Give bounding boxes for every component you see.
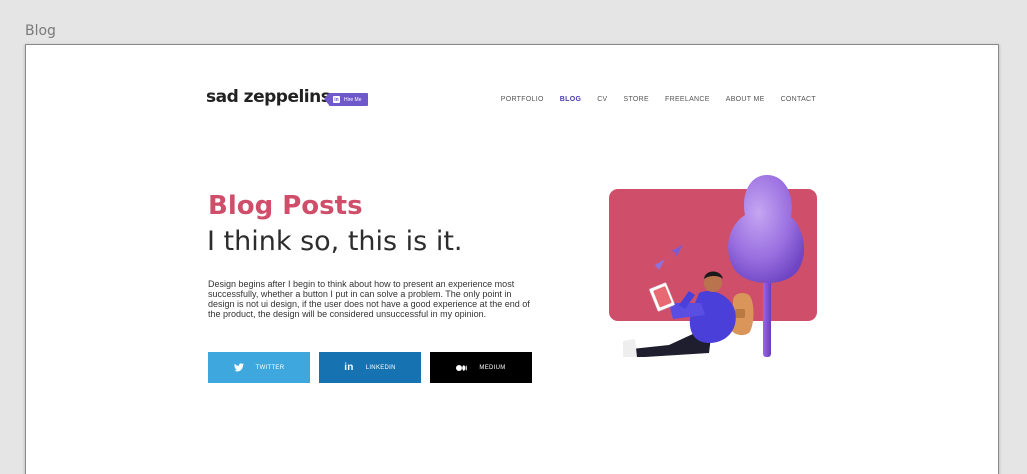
site-logo[interactable]: sad zeppelins <box>206 87 331 107</box>
linkedin-label: LINKEDIN <box>365 364 396 371</box>
nav-item-portfolio[interactable]: PORTFOLIO <box>501 96 544 103</box>
frame-label: Blog <box>25 23 56 39</box>
nav-item-freelance[interactable]: FREELANCE <box>665 96 710 103</box>
page-frame: sad zeppelins in Hire Me PORTFOLIO BLOG … <box>25 44 999 474</box>
medium-label: MEDIUM <box>479 364 506 371</box>
twitter-icon <box>233 363 244 372</box>
page-title: Blog Posts <box>208 191 363 221</box>
page-description: Design begins after I begin to think abo… <box>208 279 530 319</box>
nav-item-store[interactable]: STORE <box>624 96 650 103</box>
tree-trunk <box>763 273 771 357</box>
linkedin-icon: in <box>344 362 354 373</box>
twitter-button[interactable]: TWITTER <box>208 352 310 383</box>
nav-item-about-me[interactable]: ABOUT ME <box>726 96 765 103</box>
linkedin-icon: in <box>333 96 340 103</box>
medium-button[interactable]: MEDIUM <box>430 352 532 383</box>
nav-item-contact[interactable]: CONTACT <box>781 96 816 103</box>
hire-me-button[interactable]: in Hire Me <box>324 93 368 106</box>
linkedin-button[interactable]: in LINKEDIN <box>319 352 421 383</box>
main-nav: PORTFOLIO BLOG CV STORE FREELANCE ABOUT … <box>501 96 816 103</box>
nav-item-cv[interactable]: CV <box>597 96 607 103</box>
twitter-label: TWITTER <box>255 364 285 371</box>
medium-icon <box>456 364 468 371</box>
hero-illustration <box>609 175 817 357</box>
hire-me-label: Hire Me <box>344 96 362 103</box>
page-subtitle: I think so, this is it. <box>207 226 463 257</box>
nav-item-blog[interactable]: BLOG <box>560 96 581 103</box>
